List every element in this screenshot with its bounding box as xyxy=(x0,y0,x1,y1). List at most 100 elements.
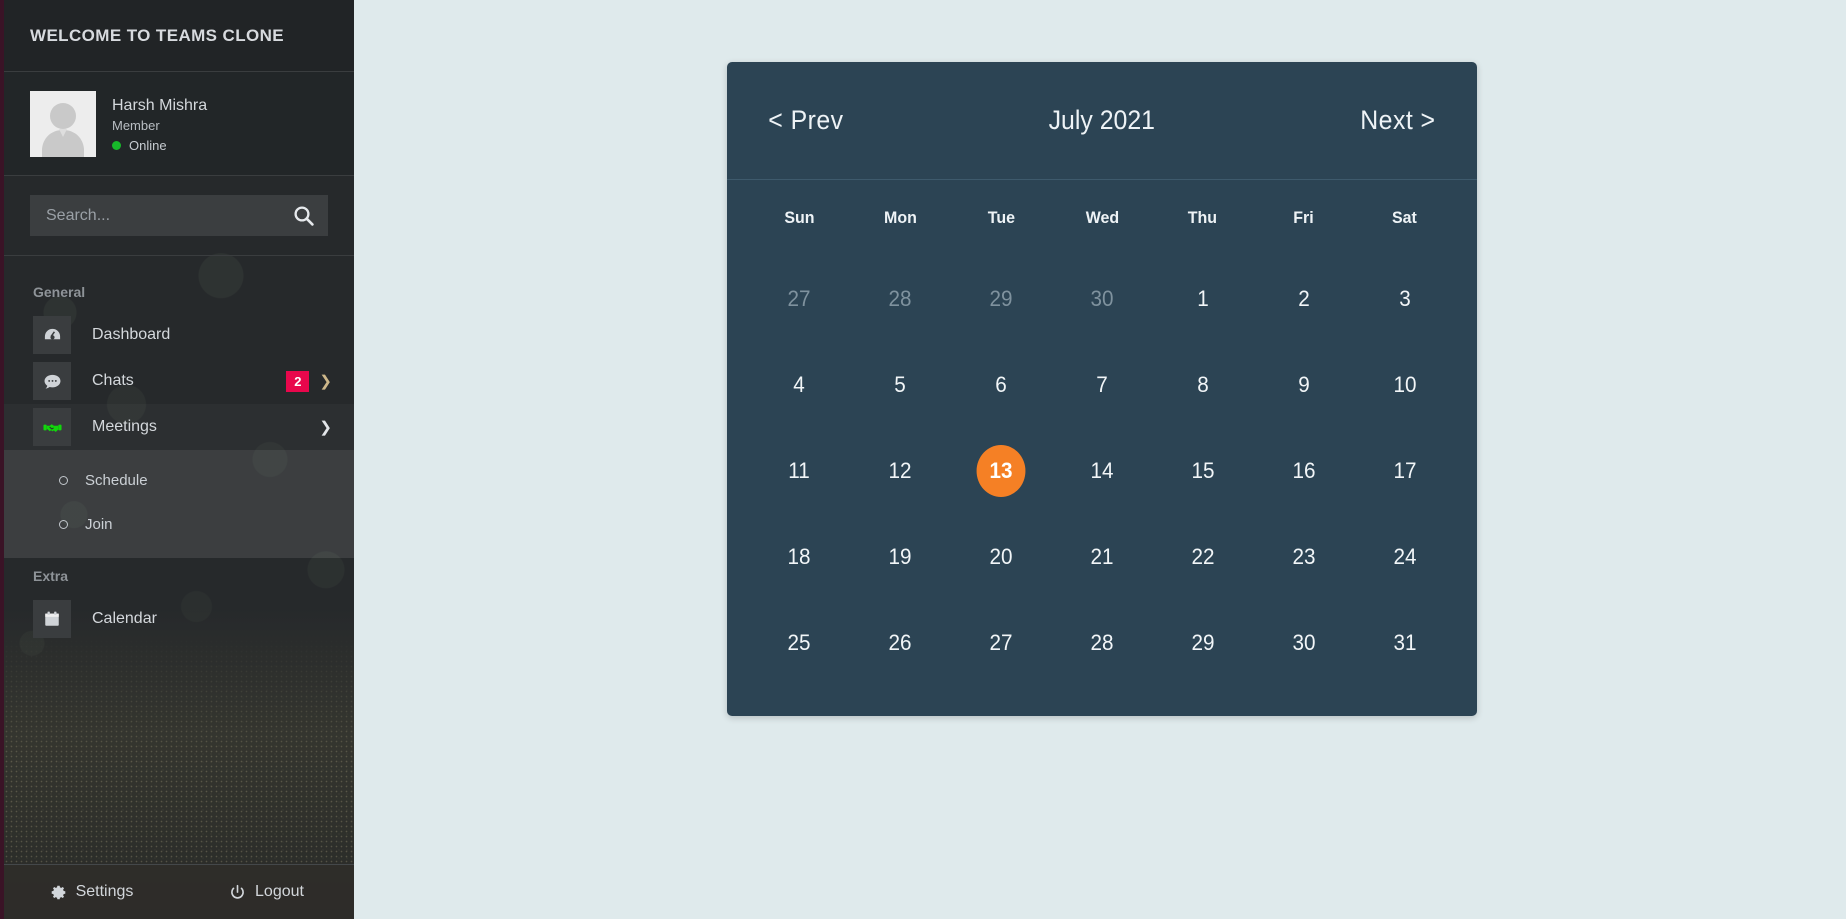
calendar-day-label: 6 xyxy=(995,372,1007,397)
calendar-day-cell[interactable]: 15 xyxy=(1152,428,1253,514)
calendar-day-label: 10 xyxy=(1393,372,1417,397)
calendar-day-label: 27 xyxy=(989,630,1013,655)
calendar-weeks: 27 28 29 30 1 2 3 4 5 6 7 8 9 10 11 12 13 14 15 16 17 18 19 20 2… xyxy=(749,256,1455,686)
chats-unread-badge: 2 xyxy=(286,370,310,392)
calendar-day-label: 27 xyxy=(787,286,811,311)
search-box[interactable] xyxy=(30,195,328,236)
sidebar-subitem-schedule[interactable]: Schedule xyxy=(4,458,354,502)
user-placeholder-avatar-icon xyxy=(30,90,96,157)
logout-button[interactable]: Logout xyxy=(179,865,354,919)
nav-section-title-general: General xyxy=(33,284,86,300)
calendar-day-cell[interactable]: 25 xyxy=(749,600,850,686)
chevron-down-icon[interactable]: ❯ xyxy=(319,420,332,435)
calendar-day-label: 29 xyxy=(989,286,1013,311)
calendar-day-cell[interactable]: 26 xyxy=(850,600,951,686)
calendar-day-selected: 13 xyxy=(976,445,1026,497)
calendar-week-row: 4 5 6 7 8 9 10 xyxy=(749,342,1455,428)
calendar-day-cell[interactable]: 3 xyxy=(1354,256,1455,342)
calendar-day-cell[interactable]: 30 xyxy=(1253,600,1354,686)
calendar-day-cell[interactable]: 12 xyxy=(850,428,951,514)
sidebar: WELCOME TO TEAMS CLONE Harsh Mishra Memb… xyxy=(0,0,354,919)
calendar-day-cell[interactable]: 20 xyxy=(951,514,1052,600)
online-status-dot xyxy=(112,140,121,150)
calendar-weekday-thu: Thu xyxy=(1188,208,1218,227)
app-title: WELCOME TO TEAMS CLONE xyxy=(30,25,285,45)
sidebar-item-meetings[interactable]: Meetings ❯ xyxy=(4,404,354,450)
meetings-submenu: Schedule Join xyxy=(4,450,354,558)
profile-status: Online xyxy=(112,138,207,153)
calendar-day-cell[interactable]: 4 xyxy=(749,342,850,428)
settings-button[interactable]: Settings xyxy=(4,865,179,919)
calendar-day-label: 11 xyxy=(788,458,811,483)
calendar-day-label: 23 xyxy=(1292,544,1316,569)
bullet-circle-icon xyxy=(59,519,68,529)
calendar-day-cell[interactable]: 29 xyxy=(1152,600,1253,686)
calendar-day-cell[interactable]: 6 xyxy=(951,342,1052,428)
calendar-day-cell[interactable]: 29 xyxy=(951,256,1052,342)
calendar-day-cell[interactable]: 11 xyxy=(749,428,850,514)
calendar-day-cell[interactable]: 19 xyxy=(850,514,951,600)
search-button[interactable] xyxy=(291,205,316,226)
next-month-button[interactable]: Next > xyxy=(1360,105,1435,136)
calendar-day-cell[interactable]: 28 xyxy=(850,256,951,342)
calendar-day-label: 15 xyxy=(1191,458,1215,483)
avatar xyxy=(30,90,96,157)
calendar-weekday-tue: Tue xyxy=(987,208,1015,227)
sidebar-subitem-join[interactable]: Join xyxy=(4,502,354,546)
calendar-week-row: 25 26 27 28 29 30 31 xyxy=(749,600,1455,686)
chevron-right-icon[interactable]: ❯ xyxy=(319,374,332,389)
calendar-day-label: 4 xyxy=(793,372,806,397)
calendar-day-cell[interactable]: 30 xyxy=(1052,256,1153,342)
calendar-day-cell[interactable]: 31 xyxy=(1354,600,1455,686)
sidebar-item-calendar[interactable]: Calendar xyxy=(4,596,354,642)
calendar-header: < Prev July 2021 Next > xyxy=(727,62,1477,180)
calendar-day-cell[interactable]: 13 xyxy=(951,428,1052,514)
calendar-day-cell[interactable]: 23 xyxy=(1253,514,1354,600)
calendar-weekday-sat: Sat xyxy=(1392,208,1418,227)
settings-label: Settings xyxy=(75,883,134,900)
calendar-day-label: 14 xyxy=(1090,458,1114,483)
sidebar-item-dashboard[interactable]: Dashboard xyxy=(4,312,354,358)
calendar-day-cell[interactable]: 16 xyxy=(1253,428,1354,514)
calendar-day-cell[interactable]: 17 xyxy=(1354,428,1455,514)
calendar-day-cell[interactable]: 24 xyxy=(1354,514,1455,600)
calendar-day-cell[interactable]: 7 xyxy=(1052,342,1153,428)
calendar-month-title: July 2021 xyxy=(1048,105,1156,135)
calendar-day-cell[interactable]: 18 xyxy=(749,514,850,600)
calendar-day-cell[interactable]: 2 xyxy=(1253,256,1354,342)
sidebar-item-chats[interactable]: Chats 2 ❯ xyxy=(4,358,354,404)
calendar-day-label: 17 xyxy=(1393,458,1417,483)
calendar-day-cell[interactable]: 21 xyxy=(1052,514,1153,600)
calendar-day-cell[interactable]: 27 xyxy=(749,256,850,342)
calendar-weekday-fri: Fri xyxy=(1293,208,1314,227)
dashboard-gauge-icon xyxy=(33,316,71,354)
calendar-panel: < Prev July 2021 Next > Sun Mon Tue Wed Thu F… xyxy=(727,62,1477,716)
calendar-weekday-sun: Sun xyxy=(784,208,815,227)
calendar-day-label: 5 xyxy=(894,372,907,397)
calendar-day-label: 2 xyxy=(1297,286,1310,311)
calendar-day-cell[interactable]: 10 xyxy=(1354,342,1455,428)
calendar-day-label: 19 xyxy=(888,544,912,569)
calendar-day-label: 8 xyxy=(1197,372,1209,397)
search-icon xyxy=(294,206,314,226)
calendar-day-cell[interactable]: 8 xyxy=(1152,342,1253,428)
search-input[interactable] xyxy=(46,206,291,225)
calendar-day-cell[interactable]: 27 xyxy=(951,600,1052,686)
calendar-day-cell[interactable]: 28 xyxy=(1052,600,1153,686)
calendar-week-row: 27 28 29 30 1 2 3 xyxy=(749,256,1455,342)
calendar-day-cell[interactable]: 22 xyxy=(1152,514,1253,600)
gear-icon xyxy=(51,885,65,899)
prev-month-button[interactable]: < Prev xyxy=(768,105,843,136)
calendar-day-label: 28 xyxy=(888,286,912,311)
sidebar-subitem-label-schedule: Schedule xyxy=(85,471,148,489)
calendar-day-cell[interactable]: 1 xyxy=(1152,256,1253,342)
calendar-day-cell[interactable]: 5 xyxy=(850,342,951,428)
sidebar-item-label-calendar: Calendar xyxy=(92,610,157,627)
calendar-day-label: 31 xyxy=(1393,630,1417,655)
chat-bubble-icon xyxy=(33,362,71,400)
power-icon xyxy=(231,884,244,899)
sidebar-item-label-dashboard: Dashboard xyxy=(92,326,171,343)
calendar-day-cell[interactable]: 14 xyxy=(1052,428,1153,514)
calendar-day-label: 12 xyxy=(888,458,912,483)
calendar-day-cell[interactable]: 9 xyxy=(1253,342,1354,428)
